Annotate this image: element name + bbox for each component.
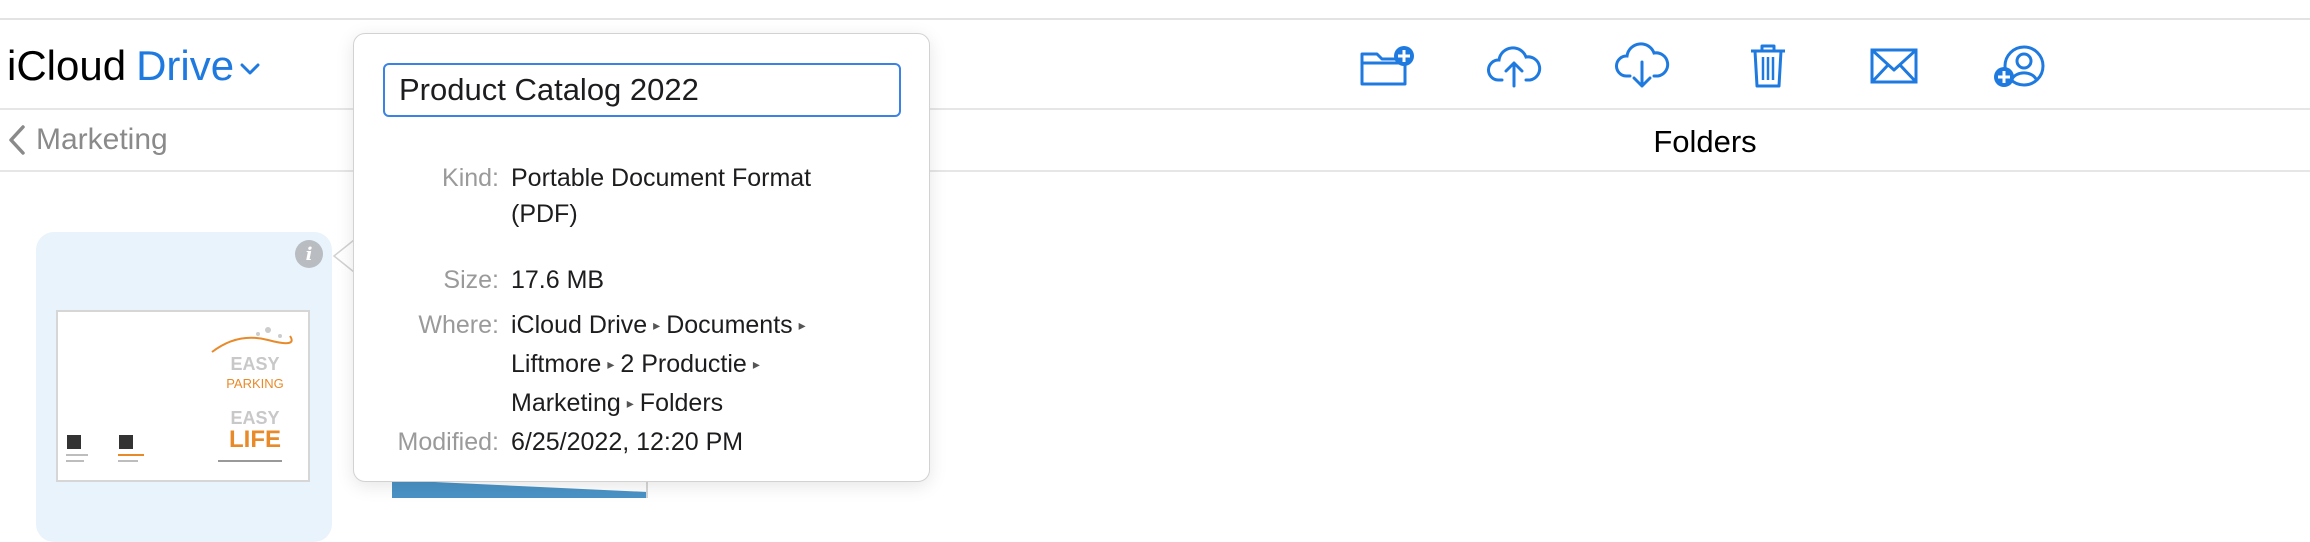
file-name-input[interactable] — [383, 63, 901, 117]
trash-icon — [1751, 44, 1785, 88]
thumb-text-1: EASY — [230, 354, 280, 374]
app-title-menu[interactable]: iCloud Drive — [7, 38, 260, 94]
app-title-drive: Drive — [136, 42, 235, 89]
app-title-icloud: iCloud — [7, 42, 127, 89]
path-segment: Marketing — [511, 389, 621, 417]
path-arrow-icon: ▸ — [626, 395, 634, 411]
path-arrow-icon: ▸ — [653, 317, 661, 333]
path-segment: 2 Productie — [620, 350, 747, 378]
where-line-3: Marketing ▸ Folders — [511, 385, 911, 424]
download-icon — [1615, 42, 1670, 88]
upload-icon — [1487, 46, 1542, 88]
modified-label: Modified: — [397, 428, 499, 456]
back-label: Marketing — [36, 123, 168, 156]
file-info-popover: Kind: Portable Document Format (PDF) Siz… — [353, 33, 930, 482]
page-title: Folders — [1653, 124, 1757, 159]
toolbar-divider — [0, 108, 2310, 110]
thumb-line — [118, 454, 144, 456]
qr-code-2 — [119, 435, 133, 449]
path-arrow-icon: ▸ — [607, 356, 615, 372]
kind-label: Kind: — [442, 164, 499, 192]
new-folder-icon — [1360, 46, 1414, 86]
size-value: 17.6 MB — [511, 266, 605, 294]
share-button[interactable] — [1990, 38, 2050, 94]
path-segment: iCloud Drive — [511, 311, 648, 339]
info-icon[interactable]: i — [295, 240, 323, 268]
kind-value: Portable Document Format (PDF) — [511, 160, 911, 232]
modified-value: 6/25/2022, 12:20 PM — [511, 428, 744, 456]
where-line-2: Liftmore ▸ 2 Productie ▸ — [511, 346, 911, 385]
email-button[interactable] — [1864, 38, 1924, 94]
kind-value-line1: Portable Document Format — [511, 164, 812, 192]
thumb-text-4: LIFE — [229, 426, 281, 453]
path-arrow-icon: ▸ — [798, 317, 806, 333]
path-segment: Liftmore — [511, 350, 602, 378]
chevron-down-icon — [240, 63, 260, 75]
where-line-1: iCloud Drive ▸ Documents ▸ — [511, 307, 911, 346]
thumb-line — [218, 460, 282, 462]
back-button[interactable]: Marketing — [8, 118, 168, 162]
thumb-line — [66, 460, 84, 462]
path-segment: Folders — [639, 389, 724, 417]
size-label: Size: — [443, 266, 499, 294]
thumb-line — [66, 454, 88, 456]
upload-button[interactable] — [1484, 38, 1544, 94]
kind-value-line2: (PDF) — [511, 200, 578, 228]
chevron-left-icon — [9, 125, 25, 155]
thumb-text-2: PARKING — [226, 376, 284, 391]
qr-code-1 — [67, 435, 81, 449]
download-button[interactable] — [1612, 38, 1672, 94]
share-user-icon — [1994, 45, 2045, 87]
new-folder-button[interactable] — [1358, 38, 1418, 94]
path-segment: Documents — [666, 311, 793, 339]
top-divider — [0, 18, 2310, 20]
where-label: Where: — [418, 311, 499, 339]
thumb-line — [118, 460, 138, 462]
delete-button[interactable] — [1738, 38, 1798, 94]
path-arrow-icon: ▸ — [752, 356, 760, 372]
header-divider — [0, 170, 2310, 172]
file-thumbnail[interactable]: EASY PARKING EASY LIFE — [56, 310, 310, 482]
where-value: iCloud Drive ▸ Documents ▸ Liftmore ▸ 2 Produ… — [511, 307, 911, 424]
mail-icon — [1870, 48, 1918, 84]
